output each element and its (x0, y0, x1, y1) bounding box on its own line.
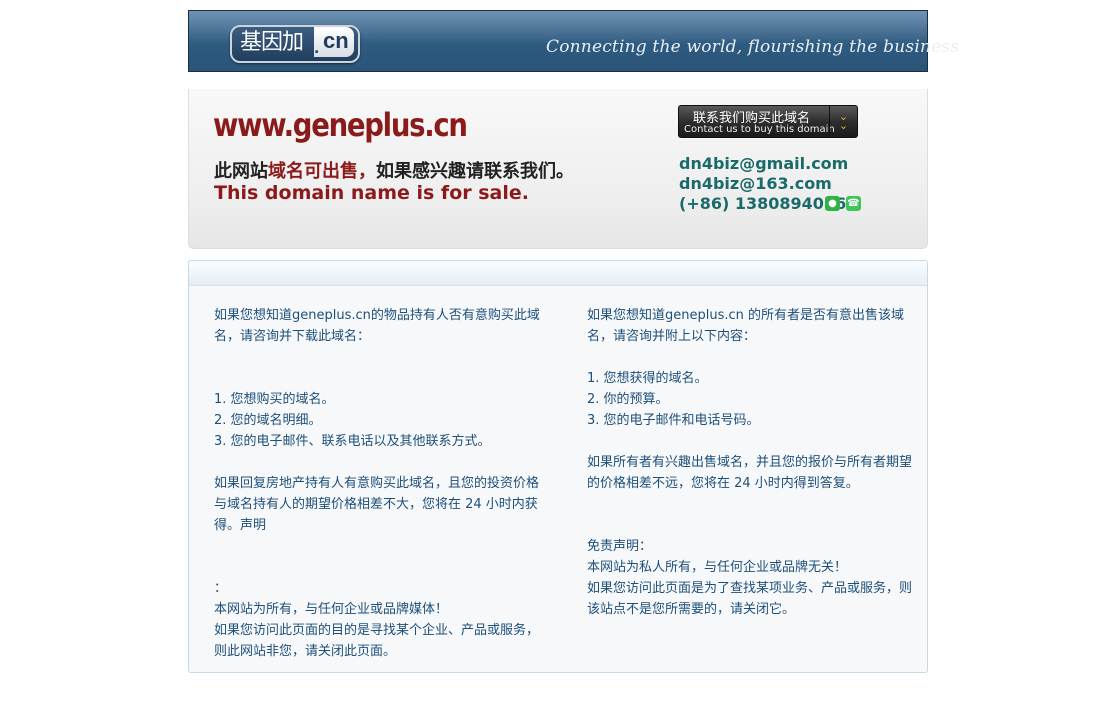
domain-sale-box: www.geneplus.cn 此网站域名可出售，如果感兴趣请联系我们。 Thi… (188, 89, 928, 249)
right-paragraph-2: 如果所有者有兴趣出售域名，并且您的报价与所有者期望的价格相差不远，您将在 24 … (587, 455, 913, 491)
double-chevron-down-icon: ⌄ ⌄ (829, 106, 857, 137)
logo-suffix: cn (323, 28, 349, 53)
domain-name-title: www.geneplus.cn (213, 106, 468, 144)
email-link-gmail[interactable]: dn4biz@gmail.com (679, 154, 848, 173)
sale-cn-prefix: 此网站 (214, 161, 268, 182)
logo-text: 基因加 (240, 30, 304, 55)
sale-message-cn: 此网站域名可出售，如果感兴趣请联系我们。 (214, 157, 574, 183)
right-intro: 如果您想知道geneplus.cn 的所有者是否有意出售该域名，请咨询并附上以下… (587, 308, 905, 344)
right-disclaimer-1: 本网站为私人所有，与任何企业或品牌无关！ (587, 560, 848, 575)
left-item-1: 1. 您想购买的域名。 (214, 392, 335, 407)
info-panel: 如果您想知道geneplus.cn的物品持有人否有意购买此域名，请咨询并下载此域… (188, 260, 928, 673)
sale-cn-highlight: 域名可出售， (268, 161, 376, 182)
left-colon: ： (214, 581, 228, 596)
header-banner: 基因加 . cn Connecting the world, flourishi… (188, 10, 959, 72)
contact-buy-button[interactable]: 联系我们购买此域名 Contact us to buy this domain … (678, 105, 858, 138)
email-link-163[interactable]: dn4biz@163.com (679, 174, 832, 193)
contact-button-en-label: Contact us to buy this domain (684, 124, 835, 135)
logo-dot: . (314, 41, 320, 57)
whatsapp-icon[interactable]: ☎ (846, 196, 861, 211)
left-item-3: 3. 您的电子邮件、联系电话以及其他联系方式。 (214, 434, 491, 449)
left-disclaimer-2: 如果您访问此页面的目的是寻找某个企业、产品或服务，则此网站非您，请关闭此页面。 (214, 623, 540, 659)
info-panel-header (189, 261, 927, 286)
left-paragraph-2: 如果回复房地产持有人有意购买此域名，且您的投资价格与域名持有人的期望价格相差不大… (214, 476, 540, 533)
header-tagline: Connecting the world, flourishing the bu… (546, 37, 960, 57)
sale-cn-suffix: 如果感兴趣请联系我们。 (376, 161, 574, 182)
right-item-1: 1. 您想获得的域名。 (587, 371, 708, 386)
left-item-2: 2. 您的域名明细。 (214, 413, 322, 428)
left-disclaimer-1: 本网站为所有，与任何企业或品牌媒体！ (214, 602, 449, 617)
site-logo[interactable]: 基因加 . cn (230, 25, 360, 63)
info-column-right: 如果您想知道geneplus.cn 的所有者是否有意出售该域名，请咨询并附上以下… (587, 305, 917, 620)
right-disclaimer-2: 如果您访问此页面是为了查找某项业务、产品或服务，则该站点不是您所需要的，请关闭它… (587, 581, 913, 617)
sale-message-en: This domain name is for sale. (214, 182, 529, 204)
left-intro: 如果您想知道geneplus.cn的物品持有人否有意购买此域名，请咨询并下载此域… (214, 308, 540, 344)
right-item-3: 3. 您的电子邮件和电话号码。 (587, 413, 760, 428)
right-disclaimer-title: 免责声明： (587, 539, 653, 554)
info-column-left: 如果您想知道geneplus.cn的物品持有人否有意购买此域名，请咨询并下载此域… (214, 305, 549, 662)
right-item-2: 2. 你的预算。 (587, 392, 669, 407)
wechat-icon[interactable]: ● (825, 196, 840, 211)
